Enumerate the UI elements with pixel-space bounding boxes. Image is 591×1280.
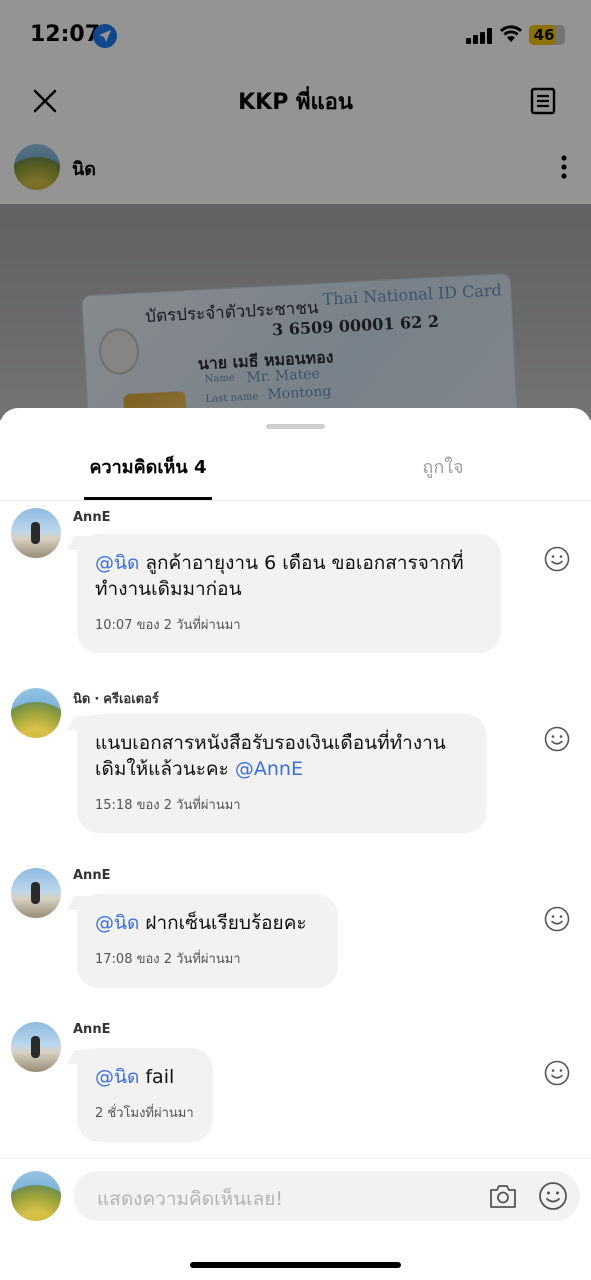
camera-icon[interactable]	[488, 1182, 518, 1214]
comment-text: @นิด ลูกค้าอายุงาน 6 เดือน ขอเอกสารจากที…	[95, 550, 483, 602]
mention-link[interactable]: @นิด	[95, 912, 139, 934]
commenter-name[interactable]: นิด	[73, 692, 90, 707]
comment-timestamp: 2 ชั่วโมงที่ผ่านมา	[95, 1106, 194, 1121]
commenter-avatar[interactable]	[11, 1022, 61, 1072]
smiley-icon[interactable]	[538, 1181, 568, 1215]
comments-sheet: ความคิดเห็น 4 ถูกใจ AnnE @นิด ลูกค้าอายุ…	[0, 408, 591, 1280]
comment-input[interactable]: แสดงความคิดเห็นเลย!	[73, 1171, 580, 1221]
comment-input-bar: แสดงความคิดเห็นเลย!	[0, 1158, 591, 1238]
mention-link[interactable]: @AnnE	[235, 758, 303, 780]
my-avatar	[11, 1171, 61, 1221]
commenter-avatar[interactable]	[11, 508, 61, 558]
comment-text: @นิด ฝากเซ็นเรียบร้อยคะ	[95, 910, 320, 936]
comment-text: แนบเอกสารหนังสือรับรองเงินเดือนที่ทำงานเ…	[95, 730, 469, 782]
commenter-name[interactable]: AnnE	[73, 1022, 110, 1037]
commenter-name[interactable]: AnnE	[73, 510, 110, 525]
smiley-icon[interactable]	[544, 1060, 570, 1090]
mention-link[interactable]: @นิด	[95, 1066, 139, 1088]
smiley-icon[interactable]	[544, 546, 570, 576]
commenter-name[interactable]: AnnE	[73, 868, 110, 883]
dim-overlay[interactable]	[0, 0, 591, 420]
comment-timestamp: 10:07 ของ 2 วันที่ผ่านมา	[95, 618, 241, 633]
comment-bubble[interactable]: @นิด ลูกค้าอายุงาน 6 เดือน ขอเอกสารจากที…	[77, 534, 501, 653]
comment-body: ลูกค้าอายุงาน 6 เดือน ขอเอกสารจากที่ทำงา…	[95, 552, 464, 600]
sheet-grabber[interactable]	[266, 424, 325, 429]
comment-body: ฝากเซ็นเรียบร้อยคะ	[139, 912, 307, 934]
name-separator: ·	[94, 692, 100, 707]
commenter-avatar[interactable]	[11, 868, 61, 918]
commenter-name-row: นิด · ครีเอเตอร์	[73, 688, 159, 709]
comment-input-placeholder: แสดงความคิดเห็นเลย!	[97, 1188, 283, 1210]
comment-timestamp: 17:08 ของ 2 วันที่ผ่านมา	[95, 952, 241, 967]
comment-text: @นิด fail	[95, 1064, 195, 1090]
comment-bubble[interactable]: @นิด ฝากเซ็นเรียบร้อยคะ 17:08 ของ 2 วันท…	[77, 894, 338, 988]
smiley-icon[interactable]	[544, 906, 570, 936]
smiley-icon[interactable]	[544, 726, 570, 756]
comment-body: fail	[139, 1066, 175, 1088]
tab-comments[interactable]: ความคิดเห็น 4	[84, 452, 212, 502]
comment-bubble[interactable]: @นิด fail 2 ชั่วโมงที่ผ่านมา	[77, 1048, 213, 1142]
home-indicator[interactable]	[190, 1262, 401, 1268]
commenter-avatar[interactable]	[11, 688, 61, 738]
tab-likes[interactable]: ถูกใจ	[400, 452, 486, 502]
creator-badge: ครีเอเตอร์	[103, 692, 159, 707]
comment-timestamp: 15:18 ของ 2 วันที่ผ่านมา	[95, 798, 241, 813]
mention-link[interactable]: @นิด	[95, 552, 139, 574]
tabs-divider	[0, 500, 591, 501]
comment-bubble[interactable]: แนบเอกสารหนังสือรับรองเงินเดือนที่ทำงานเ…	[77, 714, 487, 833]
